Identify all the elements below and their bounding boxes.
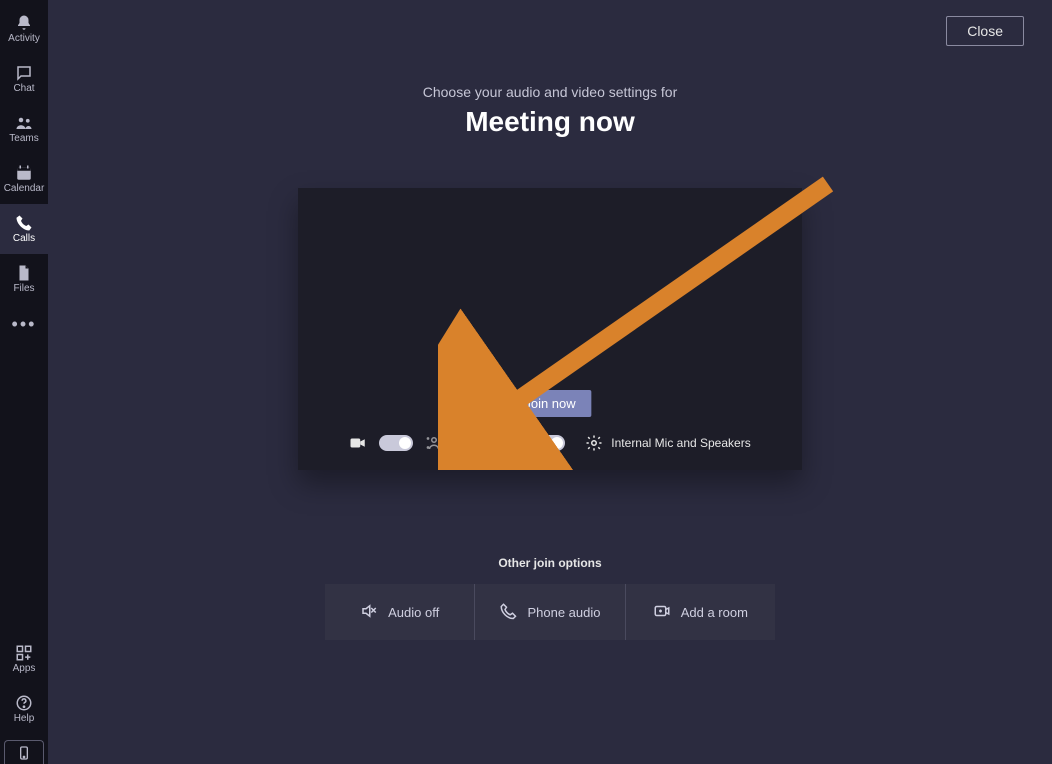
rail-teams[interactable]: Teams bbox=[0, 104, 48, 154]
rail-device-button[interactable] bbox=[4, 740, 44, 764]
rail-label: Calls bbox=[13, 234, 35, 244]
camera-toggle[interactable] bbox=[379, 435, 413, 451]
meeting-title: Meeting now bbox=[48, 106, 1052, 138]
option-add-room[interactable]: Add a room bbox=[625, 584, 775, 640]
rail-label: Teams bbox=[9, 134, 38, 144]
rail-help[interactable]: Help bbox=[0, 684, 48, 734]
rail-apps[interactable]: Apps bbox=[0, 634, 48, 684]
phone-icon bbox=[15, 214, 33, 232]
device-label: Internal Mic and Speakers bbox=[611, 436, 750, 450]
phone-audio-icon bbox=[499, 602, 517, 623]
teams-icon bbox=[15, 114, 33, 132]
gear-icon bbox=[585, 434, 603, 452]
rail-activity[interactable]: Activity bbox=[0, 4, 48, 54]
rail-label: Calendar bbox=[4, 184, 45, 194]
option-label: Add a room bbox=[681, 605, 748, 620]
option-phone-audio[interactable]: Phone audio bbox=[474, 584, 624, 640]
rail-calls[interactable]: Calls bbox=[0, 204, 48, 254]
rail-chat[interactable]: Chat bbox=[0, 54, 48, 104]
help-icon bbox=[15, 694, 33, 712]
other-options-bar: Audio off Phone audio Add a room bbox=[325, 584, 775, 640]
prejoin-subtitle: Choose your audio and video settings for bbox=[48, 84, 1052, 100]
audio-off-icon bbox=[360, 602, 378, 623]
rail-label: Activity bbox=[8, 34, 40, 44]
bell-icon bbox=[15, 14, 33, 32]
rail-files[interactable]: Files bbox=[0, 254, 48, 304]
other-options-title: Other join options bbox=[48, 556, 1052, 570]
option-label: Phone audio bbox=[527, 605, 600, 620]
close-button[interactable]: Close bbox=[946, 16, 1024, 46]
preview-controls: Internal Mic and Speakers bbox=[298, 434, 802, 452]
device-settings-button[interactable]: Internal Mic and Speakers bbox=[585, 434, 750, 452]
background-blur-icon bbox=[425, 434, 443, 452]
calendar-icon bbox=[15, 164, 33, 182]
rail-label: Help bbox=[14, 714, 35, 724]
option-label: Audio off bbox=[388, 605, 439, 620]
rail-more[interactable]: ••• bbox=[0, 304, 48, 344]
microphone-toggle[interactable] bbox=[531, 435, 565, 451]
app-rail: Activity Chat Teams Calendar Calls Files… bbox=[0, 0, 48, 764]
rail-label: Apps bbox=[13, 664, 36, 674]
add-room-icon bbox=[653, 602, 671, 623]
background-blur-toggle[interactable] bbox=[455, 435, 489, 451]
rail-label: Chat bbox=[13, 84, 34, 94]
rail-calendar[interactable]: Calendar bbox=[0, 154, 48, 204]
main-area: Close Choose your audio and video settin… bbox=[48, 0, 1052, 764]
join-now-button[interactable]: Join now bbox=[508, 390, 591, 417]
ellipsis-icon: ••• bbox=[12, 314, 37, 335]
camera-icon bbox=[349, 434, 367, 452]
rail-label: Files bbox=[13, 284, 34, 294]
apps-icon bbox=[15, 644, 33, 662]
video-preview: Join now Internal Mic and Speakers bbox=[298, 188, 802, 470]
file-icon bbox=[15, 264, 33, 282]
prejoin-header: Choose your audio and video settings for… bbox=[48, 84, 1052, 138]
microphone-icon bbox=[501, 434, 519, 452]
option-audio-off[interactable]: Audio off bbox=[325, 584, 474, 640]
chat-icon bbox=[15, 64, 33, 82]
